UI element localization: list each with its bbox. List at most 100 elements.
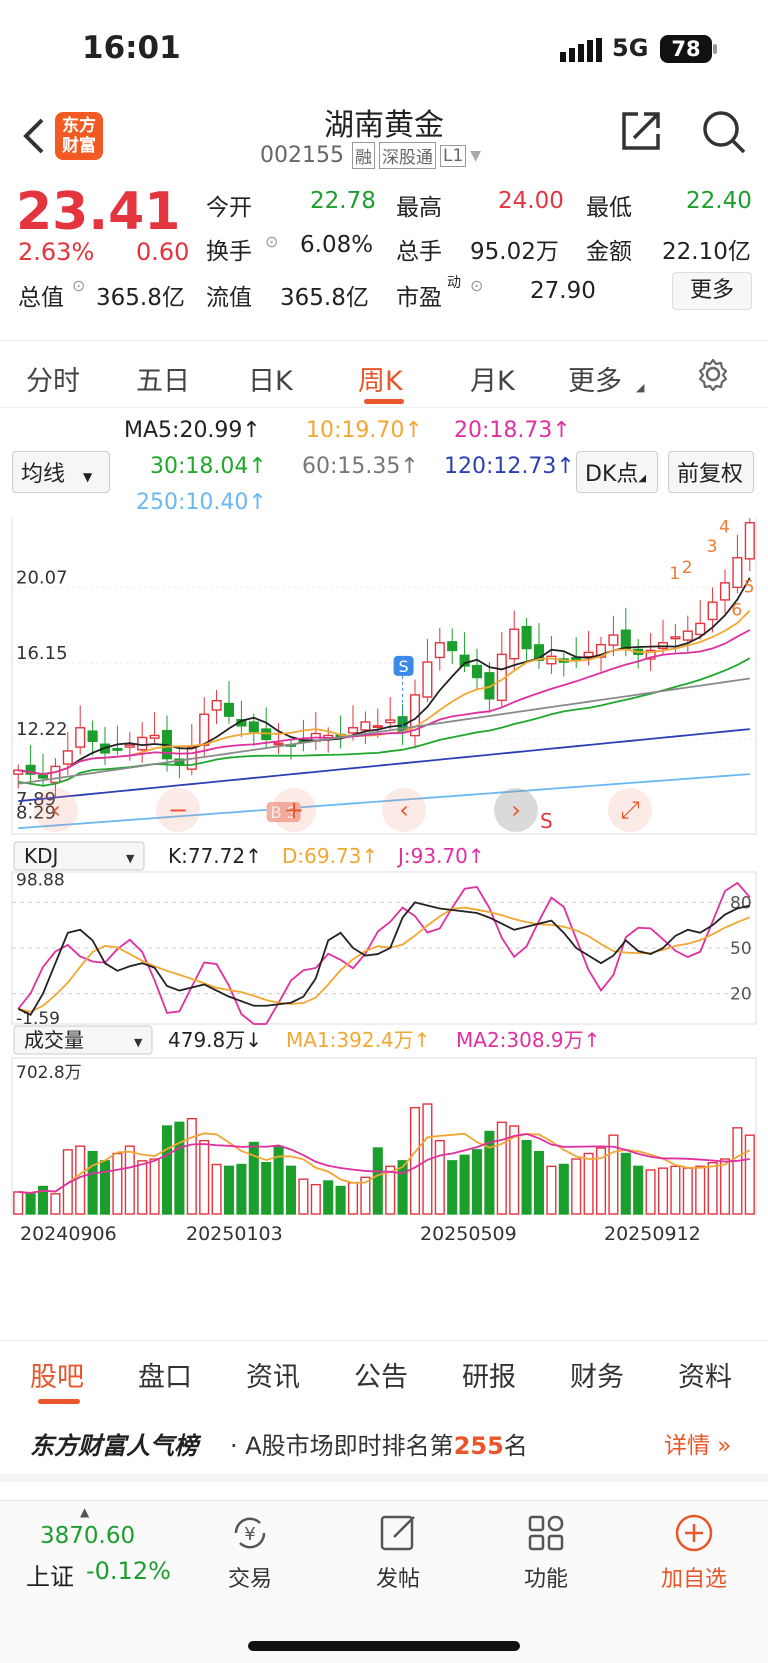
volume-bar <box>645 1169 656 1215</box>
amount-value: 22.10亿 <box>662 239 751 265</box>
caret-down-icon: ▼ <box>126 852 135 865</box>
candle <box>211 700 222 711</box>
battery-tip <box>713 44 717 54</box>
candle <box>719 582 731 601</box>
volume-bar <box>248 1141 259 1215</box>
tab-news[interactable]: 资讯 <box>246 1355 300 1394</box>
volume-bar <box>707 1161 718 1215</box>
volume-bar <box>695 1165 706 1215</box>
grid-icon <box>528 1515 564 1551</box>
candle <box>670 636 681 640</box>
dk-point-button[interactable]: DK点◢ <box>576 451 658 493</box>
post-button[interactable]: 发帖 <box>338 1511 458 1593</box>
info-icon[interactable]: ⊙ <box>72 276 85 295</box>
index-pct[interactable]: -0.12% <box>86 1557 171 1585</box>
kdj-right-tick: 20 <box>730 985 752 1005</box>
rank-number: 255 <box>453 1432 504 1460</box>
candlestick-chart[interactable]: 24.0020.0716.1512.227.898.29 成交量▼479.8万↓… <box>0 518 768 1340</box>
panel-frame <box>11 1057 757 1215</box>
mktcap-value: 365.8亿 <box>96 285 185 311</box>
candle <box>521 625 532 650</box>
candle <box>50 765 61 784</box>
kdj-left-tick: 98.88 <box>16 871 65 891</box>
volume-bar <box>99 1160 111 1215</box>
network-label: 5G <box>612 34 649 62</box>
tab-weekly[interactable]: 周K <box>358 359 403 398</box>
volume-bar <box>298 1178 309 1215</box>
date-tick-label: 20240906 <box>20 1223 117 1245</box>
share-icon[interactable] <box>616 108 664 156</box>
volume-bar <box>372 1147 383 1215</box>
candle <box>149 734 160 739</box>
candle <box>620 629 631 650</box>
volume-bar <box>558 1163 569 1215</box>
search-icon[interactable] <box>700 108 748 156</box>
add-watchlist-button[interactable]: 加自选 <box>634 1511 754 1593</box>
tab-finance[interactable]: 财务 <box>570 1355 624 1394</box>
caret-up-icon[interactable]: ▲ <box>80 1505 89 1519</box>
chart-nav-icon: ⤢ <box>620 796 639 824</box>
ma20-label: 20:18.73↑ <box>454 418 571 443</box>
volume-bar <box>124 1145 135 1215</box>
kdj-selector-label: KDJ <box>24 844 58 868</box>
candle <box>471 664 483 679</box>
pe-value: 27.90 <box>530 278 596 304</box>
info-icon[interactable]: ⊙ <box>470 276 483 295</box>
candle <box>546 655 557 665</box>
open-value: 22.78 <box>310 188 376 214</box>
tab-underline <box>38 1399 80 1404</box>
ma-selector[interactable]: 均线 ▼ <box>12 451 110 493</box>
volume-bar <box>409 1106 421 1215</box>
candle <box>273 742 284 746</box>
adjust-button[interactable]: 前复权 <box>668 451 754 493</box>
info-icon[interactable]: ⊙ <box>265 232 278 251</box>
trade-icon: ¥ <box>234 1517 266 1549</box>
tab-guba[interactable]: 股吧 <box>30 1355 84 1394</box>
last-price: 23.41 <box>16 182 181 242</box>
high-value: 24.00 <box>498 188 564 214</box>
candle <box>682 630 693 641</box>
candle <box>137 736 148 751</box>
volume-max-tick: 702.8万 <box>16 1063 82 1083</box>
popularity-rank-bar[interactable]: 东方财富人气榜 · A股市场即时排名第255名 详情 » <box>0 1406 768 1482</box>
tab-5day[interactable]: 五日 <box>136 359 190 398</box>
tab-monthly[interactable]: 月K <box>470 359 515 398</box>
caret-down-icon[interactable]: ▼ <box>470 148 481 164</box>
function-button[interactable]: 功能 <box>486 1511 606 1593</box>
chart-nav-icon: ‹ <box>51 796 61 824</box>
tab-intraday[interactable]: 分时 <box>26 359 80 398</box>
candle <box>223 702 235 717</box>
tab-underline <box>364 399 404 404</box>
tab-daily[interactable]: 日K <box>248 359 293 398</box>
volume-bar <box>199 1139 210 1215</box>
change-pct: 2.63% <box>18 238 95 266</box>
price-tick-label: 16.15 <box>16 643 68 664</box>
volume-bar <box>744 1134 755 1215</box>
kdj-right-tick: 50 <box>730 939 752 959</box>
trade-button[interactable]: ¥ 交易 <box>190 1511 310 1593</box>
tab-research[interactable]: 研报 <box>462 1355 516 1394</box>
more-button[interactable]: 更多 <box>672 272 752 310</box>
tab-pankou[interactable]: 盘口 <box>138 1355 192 1394</box>
rank-text: · A股市场即时排名第255名 <box>230 1432 528 1460</box>
detail-link[interactable]: 详情 » <box>664 1426 731 1460</box>
caret-down-icon: ◢ <box>636 381 645 394</box>
ma250-label: 250:10.40↑ <box>136 490 267 515</box>
volume-bar <box>87 1150 98 1215</box>
candle <box>372 725 383 729</box>
svg-text:¥: ¥ <box>244 1524 255 1545</box>
ma-legend: MA5:20.99↑ 10:19.70↑ 20:18.73↑ 均线 ▼ 30:18… <box>0 408 768 518</box>
volume-bar <box>161 1125 173 1215</box>
tab-profile[interactable]: 资料 <box>678 1355 732 1394</box>
candle <box>583 651 594 658</box>
tab-more[interactable]: 更多 <box>568 359 622 398</box>
volume-bar <box>323 1180 334 1215</box>
settings-gear-icon[interactable] <box>696 357 730 392</box>
status-bar: 16:01 5G 78 <box>0 0 768 100</box>
index-value[interactable]: 3870.60 <box>40 1523 135 1549</box>
status-time: 16:01 <box>82 30 181 66</box>
index-name[interactable]: 上证 <box>26 1557 74 1592</box>
tab-notice[interactable]: 公告 <box>354 1355 408 1394</box>
volume-bar <box>496 1121 507 1215</box>
volume-bar <box>583 1152 594 1215</box>
